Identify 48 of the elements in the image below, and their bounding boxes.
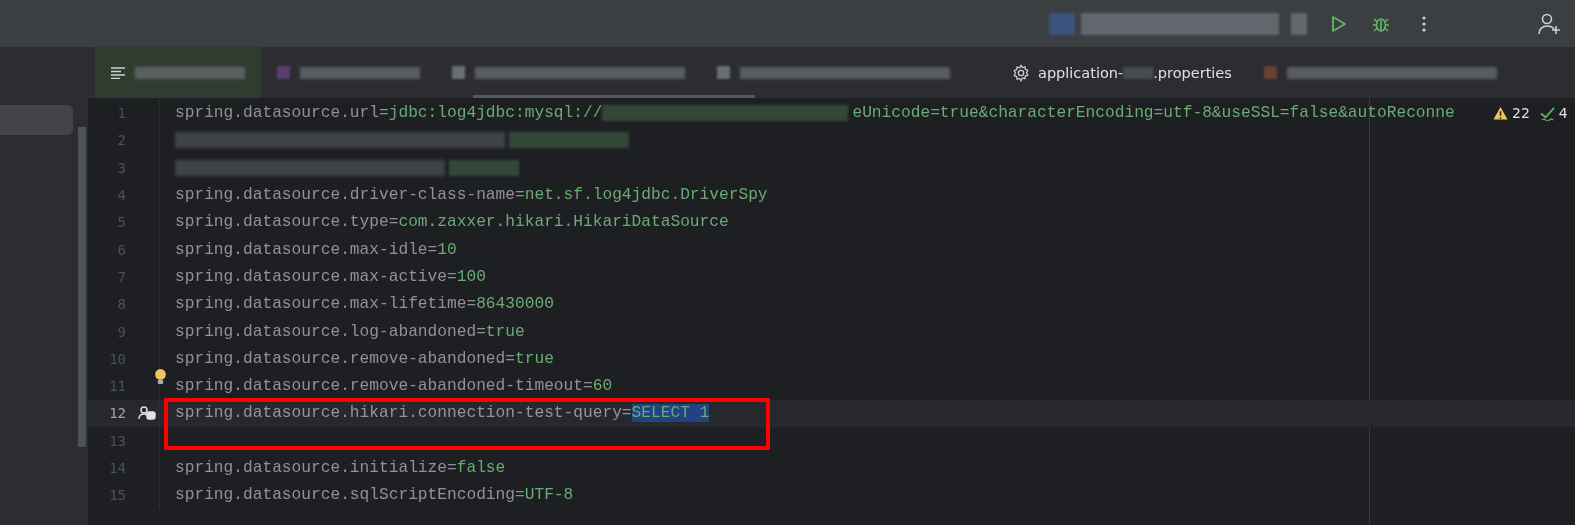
editor-tab[interactable]: application- .properties [996,47,1248,98]
property-value: false [456,459,506,477]
property-value: UTF-8 [524,486,574,505]
property-key: spring.datasource.log-abandoned= [175,322,486,341]
blurred-label [1123,66,1154,79]
property-value: 60 [592,377,613,396]
list-icon [111,66,125,79]
property-value: jdbc:log4jdbc:mysql:// [388,104,603,123]
editor-tab[interactable] [95,47,261,98]
file-icon [277,66,290,79]
property-key: spring.datasource.type= [175,213,399,232]
file-icon [452,66,465,79]
property-key: spring.datasource.max-lifetime= [175,295,477,314]
selected-text: SELECT 1 [631,404,710,423]
check-icon[interactable] [1539,105,1555,121]
people-icon[interactable] [138,405,156,422]
property-key: spring.datasource.remove-abandoned-timeout= [175,377,593,396]
property-value: 100 [456,267,486,286]
file-icon [717,66,730,79]
property-key: spring.datasource.hikari.connection-test-query= [175,404,632,423]
property-value: net.sf.log4jdbc.DriverSpy [524,186,768,205]
warning-icon[interactable] [1493,105,1508,121]
scrollbar[interactable] [78,127,86,447]
settings-icon [1012,63,1030,82]
property-value: com.zaxxer.hikari.HikariDataSource [398,213,729,232]
property-value: true [485,322,525,341]
property-key: spring.datasource.max-active= [175,267,457,286]
property-value: 86430000 [476,295,554,314]
property-key: spring.datasource.initialize= [175,459,457,477]
line-number: 12 [108,405,126,422]
property-key: spring.datasource.remove-abandoned= [175,349,515,368]
property-value: eUnicode=true&characterEncoding=utf-8&useSSL=false&autoReconne [852,104,1455,123]
property-key: spring.datasource.max-idle= [175,240,438,259]
property-value: true [515,349,554,368]
project-widget[interactable] [1049,12,1307,35]
property-value: 10 [437,240,457,259]
check-count[interactable]: 4 [1558,105,1568,121]
property-key: spring.datasource.url= [175,104,389,123]
tab-label-end: .properties [1153,64,1232,81]
property-key: spring.datasource.driver-class-name= [175,186,525,205]
add-user-icon[interactable] [1537,11,1561,36]
file-icon [1263,66,1277,79]
scrollbar[interactable] [473,95,755,98]
lightbulb-icon[interactable] [154,368,167,386]
warning-count[interactable]: 22 [1512,105,1530,121]
property-key: spring.datasource.sqlScriptEncoding= [175,486,525,505]
tab-label-start: application- [1038,64,1124,81]
blurred-text [449,159,519,176]
